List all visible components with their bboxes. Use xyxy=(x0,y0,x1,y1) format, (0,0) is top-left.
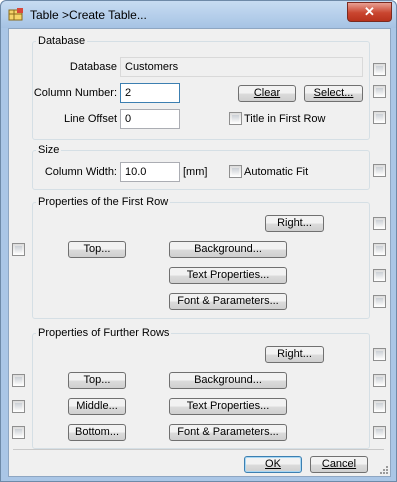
further-rows-background-checkbox[interactable] xyxy=(373,374,386,387)
first-row-text-properties-button[interactable]: Text Properties... xyxy=(169,267,287,284)
dialog-window: Table >Create Table... ✕ Database Databa… xyxy=(0,0,397,482)
first-row-top-button[interactable]: Top... xyxy=(68,241,126,258)
window-title: Table >Create Table... xyxy=(30,8,147,22)
further-rows-middle-button[interactable]: Middle... xyxy=(68,398,126,415)
further-rows-background-button[interactable]: Background... xyxy=(169,372,287,389)
close-icon: ✕ xyxy=(364,4,375,19)
first-row-font-checkbox[interactable] xyxy=(373,295,386,308)
further-rows-font-checkbox[interactable] xyxy=(373,426,386,439)
select-button-label: Select... xyxy=(313,87,354,99)
footer-separator xyxy=(13,449,384,450)
database-label: Database xyxy=(69,61,117,73)
automatic-fit-checkbox[interactable] xyxy=(229,165,242,178)
database-field: Customers xyxy=(120,57,363,77)
further-rows-right-checkbox[interactable] xyxy=(373,348,386,361)
resize-grip-icon[interactable] xyxy=(379,465,389,475)
column-width-field[interactable]: 10.0 xyxy=(120,162,180,182)
clear-button[interactable]: Clear xyxy=(238,85,296,102)
ok-button-label: OK xyxy=(265,458,281,470)
dialog-client-area: Database Database Customers Column Numbe… xyxy=(8,28,391,477)
cancel-button[interactable]: Cancel xyxy=(310,456,368,473)
size-group-label: Size xyxy=(36,144,62,156)
clear-button-label: Clear xyxy=(253,87,281,99)
title-first-row-checkbox[interactable] xyxy=(229,112,242,125)
further-rows-top-button[interactable]: Top... xyxy=(68,372,126,389)
ok-button[interactable]: OK xyxy=(244,456,302,473)
line-offset-field[interactable]: 0 xyxy=(120,109,180,129)
further-rows-group-label: Properties of Further Rows xyxy=(36,327,172,339)
database-group-label: Database xyxy=(36,35,88,47)
column-width-unit: [mm] xyxy=(183,166,208,178)
close-button[interactable]: ✕ xyxy=(347,2,392,22)
further-rows-middle-left-checkbox[interactable] xyxy=(12,400,25,413)
title-bar[interactable]: Table >Create Table... ✕ xyxy=(1,1,396,28)
table-app-icon xyxy=(8,8,23,21)
first-row-right-checkbox[interactable] xyxy=(373,217,386,230)
automatic-fit-label: Automatic Fit xyxy=(244,166,309,178)
first-row-left-checkbox[interactable] xyxy=(12,243,25,256)
column-number-side-checkbox[interactable] xyxy=(373,85,386,98)
first-row-background-button[interactable]: Background... xyxy=(169,241,287,258)
cancel-button-label: Cancel xyxy=(321,458,357,470)
first-row-font-button[interactable]: Font & Parameters... xyxy=(169,293,287,310)
further-rows-text-properties-button[interactable]: Text Properties... xyxy=(169,398,287,415)
first-row-text-properties-checkbox[interactable] xyxy=(373,269,386,282)
first-row-group-label: Properties of the First Row xyxy=(36,196,171,208)
select-button[interactable]: Select... xyxy=(304,85,363,102)
further-rows-bottom-left-checkbox[interactable] xyxy=(12,426,25,439)
further-rows-font-button[interactable]: Font & Parameters... xyxy=(169,424,287,441)
further-rows-text-properties-checkbox[interactable] xyxy=(373,400,386,413)
further-rows-right-button[interactable]: Right... xyxy=(265,346,324,363)
database-side-checkbox[interactable] xyxy=(373,63,386,76)
column-number-field[interactable]: 2 xyxy=(120,83,180,103)
first-row-right-button[interactable]: Right... xyxy=(265,215,324,232)
column-number-label: Column Number: xyxy=(33,87,117,99)
first-row-background-checkbox[interactable] xyxy=(373,243,386,256)
title-first-row-label: Title in First Row xyxy=(244,113,326,125)
line-offset-side-checkbox[interactable] xyxy=(373,111,386,124)
line-offset-label: Line Offset xyxy=(64,113,117,125)
size-side-checkbox[interactable] xyxy=(373,164,386,177)
column-width-label: Column Width: xyxy=(44,166,117,178)
further-rows-top-left-checkbox[interactable] xyxy=(12,374,25,387)
further-rows-bottom-button[interactable]: Bottom... xyxy=(68,424,126,441)
